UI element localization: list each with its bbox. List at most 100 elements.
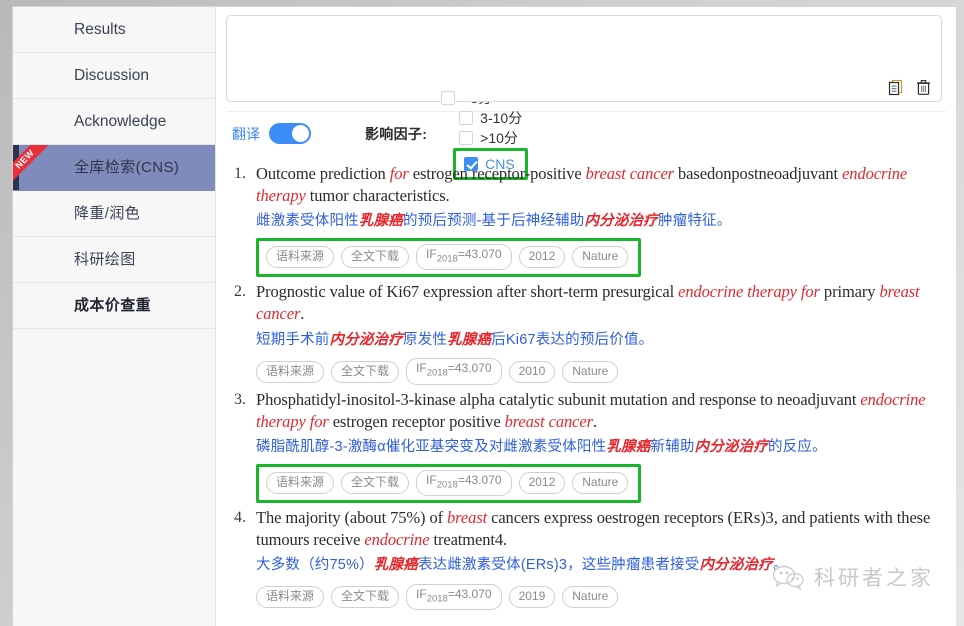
chip-2[interactable]: IF2018=43.070 xyxy=(406,358,502,385)
keyword-highlight: 内分泌治疗 xyxy=(694,438,769,455)
chip-3[interactable]: 2019 xyxy=(508,586,556,609)
app-window: Results Discussion Acknowledge NEW 全库检索(CNS)… xyxy=(12,6,956,626)
trash-icon[interactable] xyxy=(915,79,932,96)
impact-factor-label: 影响因子: xyxy=(365,125,428,142)
chip-3[interactable]: 2010 xyxy=(508,360,556,383)
chip-0[interactable]: 语料来源 xyxy=(266,471,335,494)
sidebar-item-0[interactable]: Results xyxy=(13,7,215,53)
result-translation: 雌激素受体阳性乳腺癌的预后预测-基于后神经辅助内分泌治疗肿瘤特征。 xyxy=(256,211,942,233)
chip-1[interactable]: 全文下载 xyxy=(341,471,410,494)
translation-text: 雌激素受体阳性 xyxy=(256,213,359,230)
filter-toolbar: 翻译 影响因子: <3分3-10分>10分CNS xyxy=(226,90,946,180)
keyword-highlight: 乳腺癌 xyxy=(358,213,404,230)
translation-text: 大多数（约75%） xyxy=(256,557,374,574)
title-text: The majority (about 75%) of xyxy=(256,508,448,528)
translation-text: 后Ki67表达的预后价值。 xyxy=(491,331,654,348)
title-text: estrogen receptor-positive xyxy=(408,164,586,183)
title-text: . xyxy=(300,304,305,324)
chip-2[interactable]: IF2018=43.070 xyxy=(416,243,512,271)
title-text: Outcome prediction xyxy=(256,164,390,183)
result-number: 1. xyxy=(234,165,246,182)
result-body: The majority (about 75%) of breast cance… xyxy=(256,507,942,611)
highlight-annotation-box: 语料来源 全文下载 IF2018=43.070 2012 Nature xyxy=(256,237,642,278)
filter-checkbox-2[interactable]: >10分 xyxy=(459,128,528,148)
translation-text: 原发性 xyxy=(403,331,448,348)
translate-toggle[interactable] xyxy=(269,123,311,144)
copy-icon[interactable] xyxy=(888,79,905,96)
chip-2[interactable]: IF2018=43.070 xyxy=(406,584,502,611)
search-textarea[interactable] xyxy=(226,15,942,102)
result-title[interactable]: Outcome prediction for estrogen receptor… xyxy=(256,163,942,207)
main-panel: 翻译 影响因子: <3分3-10分>10分CNS 1. Outcome predi… xyxy=(216,7,956,626)
result-number: 4. xyxy=(234,509,246,527)
title-text: . xyxy=(592,411,597,431)
highlight-annotation-box: 语料来源 全文下载 IF2018=43.070 2012 Nature xyxy=(256,463,642,504)
title-text: estrogen receptor positive xyxy=(328,411,505,431)
result-chips: 语料来源 全文下载 IF2018=43.070 2010 Nature xyxy=(256,358,619,385)
sidebar-item-label: 成本价查重 xyxy=(74,297,152,314)
result-title[interactable]: Prognostic value of Ki67 expression afte… xyxy=(256,281,942,325)
bottom-edge xyxy=(216,619,956,626)
chip-4[interactable]: Nature xyxy=(572,246,629,269)
keyword-highlight: endocrine therapy for xyxy=(678,282,820,302)
result-body: Prognostic value of Ki67 expression afte… xyxy=(256,281,942,385)
checkbox-box[interactable] xyxy=(441,90,456,105)
sidebar-item-label: Results xyxy=(74,21,126,38)
results-list: 1. Outcome prediction for estrogen recept… xyxy=(216,155,956,611)
filter-label: >10分 xyxy=(480,129,518,146)
keyword-highlight: 乳腺癌 xyxy=(606,438,651,455)
chip-3[interactable]: 2012 xyxy=(518,471,566,494)
sidebar-item-label: 科研绘图 xyxy=(74,251,136,268)
chip-0[interactable]: 语料来源 xyxy=(256,586,325,609)
chip-0[interactable]: 语料来源 xyxy=(256,360,325,383)
sidebar-item-3[interactable]: NEW 全库检索(CNS) xyxy=(13,145,215,191)
result-translation: 短期手术前内分泌治疗原发性乳腺癌后Ki67表达的预后价值。 xyxy=(256,330,942,352)
filter-checkbox-1[interactable]: 3-10分 xyxy=(459,108,528,128)
result-title[interactable]: Phosphatidyl-inositol-3-kinase alpha cat… xyxy=(256,389,942,433)
sidebar-item-label: 降重/润色 xyxy=(74,205,141,222)
chips-container: 语料来源 全文下载 IF2018=43.070 2019 Nature xyxy=(256,577,942,611)
translation-text: 肿瘤特征。 xyxy=(657,213,732,230)
result-body: Outcome prediction for estrogen receptor… xyxy=(256,163,942,278)
result-item: 1. Outcome prediction for estrogen recept… xyxy=(234,163,942,278)
screenshot-frame: Results Discussion Acknowledge NEW 全库检索(CNS)… xyxy=(0,0,964,626)
result-translation: 磷脂酰肌醇-3-激酶α催化亚基突变及对雌激素受体阳性乳腺癌新辅助内分泌治疗的反应… xyxy=(256,437,942,459)
keyword-highlight: breast cancer xyxy=(504,411,593,431)
sidebar-nav: Results Discussion Acknowledge NEW 全库检索(CNS)… xyxy=(13,7,216,626)
result-number: 2. xyxy=(234,283,246,301)
result-item: 3. Phosphatidyl-inositol-3-kinase alpha c… xyxy=(234,389,942,504)
chip-4[interactable]: Nature xyxy=(562,586,619,609)
new-badge-ribbon: NEW xyxy=(13,145,53,188)
sidebar-item-5[interactable]: 科研绘图 xyxy=(13,237,215,283)
chip-1[interactable]: 全文下载 xyxy=(341,246,410,269)
checkbox-box[interactable] xyxy=(459,130,474,145)
result-title[interactable]: The majority (about 75%) of breast cance… xyxy=(256,507,942,551)
sidebar-item-label: Discussion xyxy=(74,67,149,84)
sidebar-item-4[interactable]: 降重/润色 xyxy=(13,191,215,237)
translation-text: 的预后预测-基于后神经辅助 xyxy=(403,213,585,230)
title-text: treatment4. xyxy=(429,530,508,550)
result-item: 4. The majority (about 75%) of breast can… xyxy=(234,507,942,611)
chip-2[interactable]: IF2018=43.070 xyxy=(416,469,512,497)
chip-4[interactable]: Nature xyxy=(572,471,629,494)
sidebar-item-2[interactable]: Acknowledge xyxy=(13,99,215,145)
translation-text: 磷脂酰肌醇-3-激酶α催化亚基突变及对雌激素受体阳性 xyxy=(256,438,607,455)
title-text: primary xyxy=(819,282,880,302)
chip-1[interactable]: 全文下载 xyxy=(331,586,400,609)
checkbox-box[interactable] xyxy=(459,110,474,125)
chips-container: 语料来源 全文下载 IF2018=43.070 2010 Nature xyxy=(256,351,942,385)
keyword-highlight: 内分泌治疗 xyxy=(699,557,773,574)
chip-3[interactable]: 2012 xyxy=(518,246,566,269)
title-text: Phosphatidyl-inositol-3-kinase alpha cat… xyxy=(256,389,861,409)
chip-0[interactable]: 语料来源 xyxy=(266,246,335,269)
result-item: 2. Prognostic value of Ki67 expression af… xyxy=(234,281,942,385)
chip-4[interactable]: Nature xyxy=(562,360,619,383)
keyword-highlight: 内分泌治疗 xyxy=(584,213,658,230)
translation-text: 新辅助 xyxy=(650,438,695,455)
sidebar-item-6[interactable]: 成本价查重 xyxy=(13,283,215,329)
editor-toolbar xyxy=(888,79,932,96)
result-translation: 大多数（约75%）乳腺癌表达雌激素受体(ERs)3，这些肿瘤患者接受内分泌治疗。 xyxy=(256,555,942,577)
keyword-highlight: 乳腺癌 xyxy=(373,557,418,574)
chip-1[interactable]: 全文下载 xyxy=(331,360,400,383)
sidebar-item-1[interactable]: Discussion xyxy=(13,53,215,99)
